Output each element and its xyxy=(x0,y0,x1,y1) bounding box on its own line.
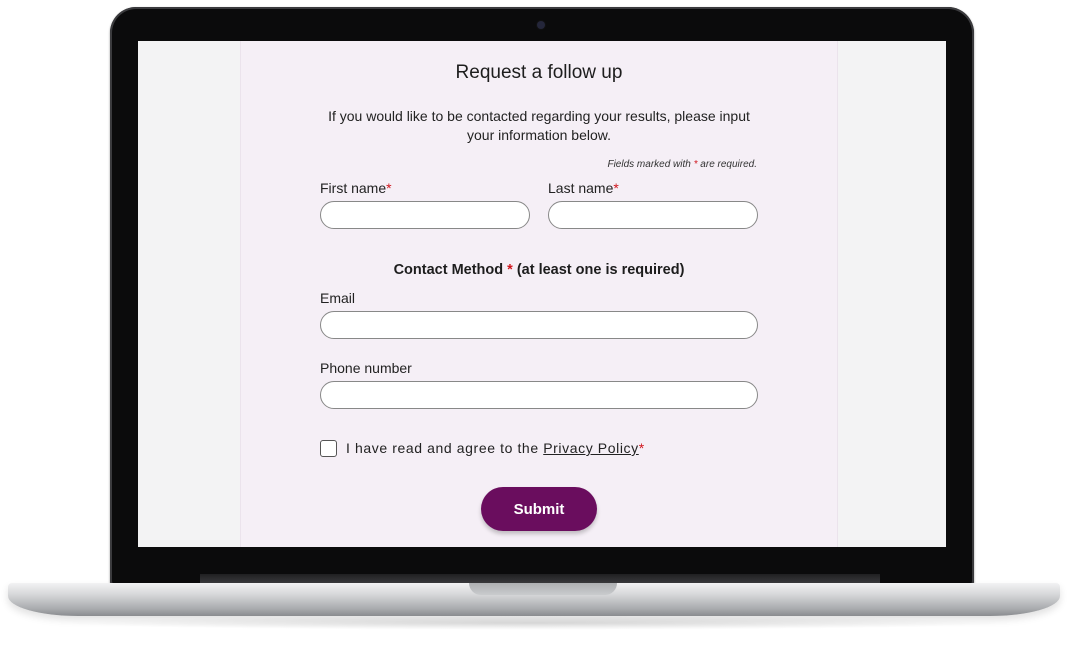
phone-input[interactable] xyxy=(320,381,758,409)
contact-method-heading-suffix: (at least one is required) xyxy=(516,262,685,278)
last-name-label-text: Last name xyxy=(548,180,614,196)
privacy-consent-text: I have read and agree to the xyxy=(346,440,539,456)
required-star: * xyxy=(638,440,645,456)
webcam-icon xyxy=(537,21,545,29)
first-name-label: First name* xyxy=(320,180,392,196)
email-input[interactable] xyxy=(320,311,758,339)
email-label: Email xyxy=(320,290,356,306)
laptop-opening-notch xyxy=(469,583,617,595)
required-fields-note: Fields marked with * are required. xyxy=(607,159,757,170)
first-name-input[interactable] xyxy=(320,201,530,229)
required-note-prefix: Fields marked with xyxy=(607,159,691,170)
contact-method-heading-text: Contact Method xyxy=(393,262,504,278)
contact-method-heading: Contact Method * (at least one is requir… xyxy=(241,262,837,278)
last-name-label: Last name* xyxy=(548,180,619,196)
required-note-suffix: are required. xyxy=(700,159,757,170)
privacy-consent-checkbox[interactable] xyxy=(320,440,337,457)
privacy-consent-label: I have read and agree to the Privacy Pol… xyxy=(346,440,645,456)
required-star: * xyxy=(613,180,619,196)
privacy-policy-link[interactable]: Privacy Policy xyxy=(543,440,639,456)
form-title: Request a follow up xyxy=(455,62,623,83)
form-intro: If you would like to be contacted regard… xyxy=(328,108,750,143)
phone-label: Phone number xyxy=(320,360,412,376)
submit-button[interactable]: Submit xyxy=(481,487,597,531)
required-star: * xyxy=(507,262,513,278)
required-star: * xyxy=(386,180,392,196)
required-star: * xyxy=(693,159,698,170)
laptop-screen: Request a follow up If you would like to… xyxy=(138,41,946,547)
laptop-shadow xyxy=(60,616,1008,630)
first-name-label-text: First name xyxy=(320,180,387,196)
last-name-input[interactable] xyxy=(548,201,758,229)
follow-up-form: Request a follow up If you would like to… xyxy=(241,41,837,547)
